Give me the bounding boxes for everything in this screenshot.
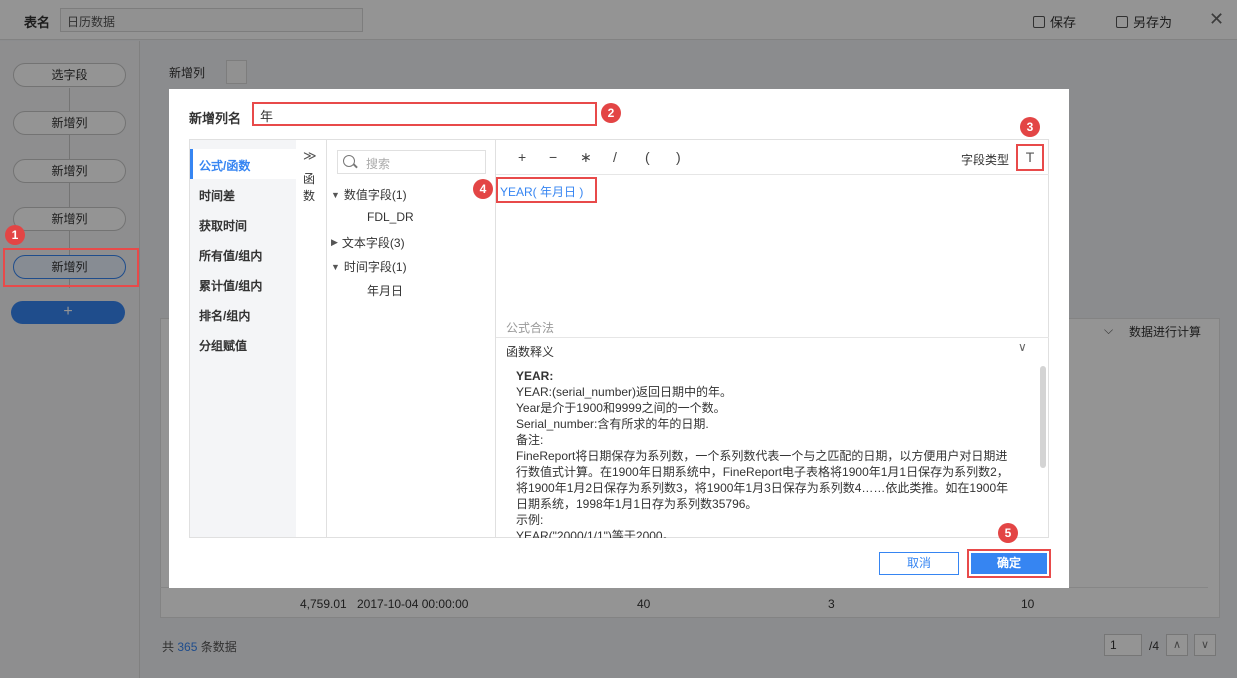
expand-functions-icon[interactable]: ≫ [303, 148, 317, 164]
doc-scrollbar[interactable] [1040, 366, 1046, 468]
operator-plus[interactable]: + [518, 149, 526, 165]
divider [496, 337, 1049, 338]
operator-minus[interactable]: − [549, 149, 557, 165]
column-name-label: 新增列名 [189, 111, 242, 126]
field-type-label: 字段类型 [961, 153, 1010, 167]
tree-time-fields[interactable]: ▼ 时间字段(1) [331, 258, 407, 275]
function-doc-text: YEAR: YEAR:(serial_number)返回日期中的年。 Year是… [516, 368, 1021, 538]
doc-line: 备注: [516, 433, 544, 447]
formula-status: 公式合法 [506, 321, 555, 335]
tree-label: 数值字段(1) [343, 188, 407, 202]
category-cumulative[interactable]: 累计值/组内 [199, 277, 262, 294]
chevron-down-icon[interactable]: ∨ [1018, 340, 1027, 354]
function-doc-title: 函数释义 [506, 345, 555, 359]
doc-line: Year是介于1900和9999之间的一个数。 [516, 401, 726, 415]
doc-line: Serial_number:含有所求的年的日期. [516, 417, 709, 431]
ok-button[interactable]: 确定 [971, 553, 1047, 574]
doc-line: YEAR: [516, 369, 554, 383]
cancel-button[interactable]: 取消 [879, 552, 959, 575]
tree-numeric-fields[interactable]: ▼ 数值字段(1) [331, 186, 407, 203]
functions-tab-char[interactable]: 数 [303, 187, 315, 204]
divider [496, 174, 1049, 175]
caret-down-icon: ▼ [331, 189, 340, 200]
category-group-assign[interactable]: 分组赋值 [199, 337, 247, 354]
tree-text-fields[interactable]: ▶ 文本字段(3) [331, 234, 405, 251]
operator-left-paren[interactable]: ( [645, 149, 650, 165]
doc-line: 行数值式计算。在1900年日期系统中，FineReport电子表格将1900年1… [516, 465, 1009, 479]
doc-line: YEAR:(serial_number)返回日期中的年。 [516, 385, 733, 399]
ok-button-highlight[interactable]: 确定 [967, 549, 1051, 578]
functions-tab-char[interactable]: 函 [303, 170, 315, 187]
category-time-diff[interactable]: 时间差 [199, 187, 235, 204]
caret-right-icon: ▶ [331, 237, 338, 247]
tree-label: 文本字段(3) [341, 236, 405, 250]
doc-line: 示例: [516, 513, 544, 527]
doc-line: YEAR("2000/1/1")等于2000。 [516, 529, 675, 538]
step-marker-1: 1 [5, 225, 25, 245]
category-rank[interactable]: 排名/组内 [199, 307, 250, 324]
formula-editor[interactable]: YEAR( 年月日 ) [496, 177, 597, 203]
category-all-values[interactable]: 所有值/组内 [199, 247, 262, 264]
doc-line: 日期系统，1998年1月1日存为系列数35796。 [516, 497, 758, 511]
doc-line: 将1900年1月2日保存为系列数3，将1900年1月3日保存为系列数4……依此类… [516, 481, 1009, 495]
field-year-month-day[interactable]: 年月日 [367, 282, 403, 299]
caret-down-icon: ▼ [331, 261, 340, 272]
tree-label: 时间字段(1) [343, 260, 407, 274]
doc-line: FineReport将日期保存为系列数，一个系列数代表一个与之匹配的日期，以方便… [516, 449, 1008, 463]
search-icon [343, 155, 355, 167]
field-search-input[interactable] [337, 150, 486, 174]
field-fdl-dr[interactable]: FDL_DR [367, 210, 414, 224]
search-placeholder: 搜索 [366, 157, 391, 171]
step-marker-5: 5 [998, 523, 1018, 543]
category-get-time[interactable]: 获取时间 [199, 217, 247, 234]
operator-right-paren[interactable]: ) [676, 149, 681, 165]
column-name-input[interactable]: 年 [252, 102, 597, 126]
highlight-frame [3, 248, 139, 287]
operator-divide[interactable]: / [613, 149, 617, 165]
operator-multiply[interactable]: ∗ [580, 149, 592, 166]
step-marker-4: 4 [473, 179, 493, 199]
field-type-text-icon[interactable]: T [1016, 144, 1044, 171]
step-marker-3: 3 [1020, 117, 1040, 137]
step-marker-2: 2 [601, 103, 621, 123]
category-formula[interactable]: 公式/函数 [199, 157, 250, 174]
